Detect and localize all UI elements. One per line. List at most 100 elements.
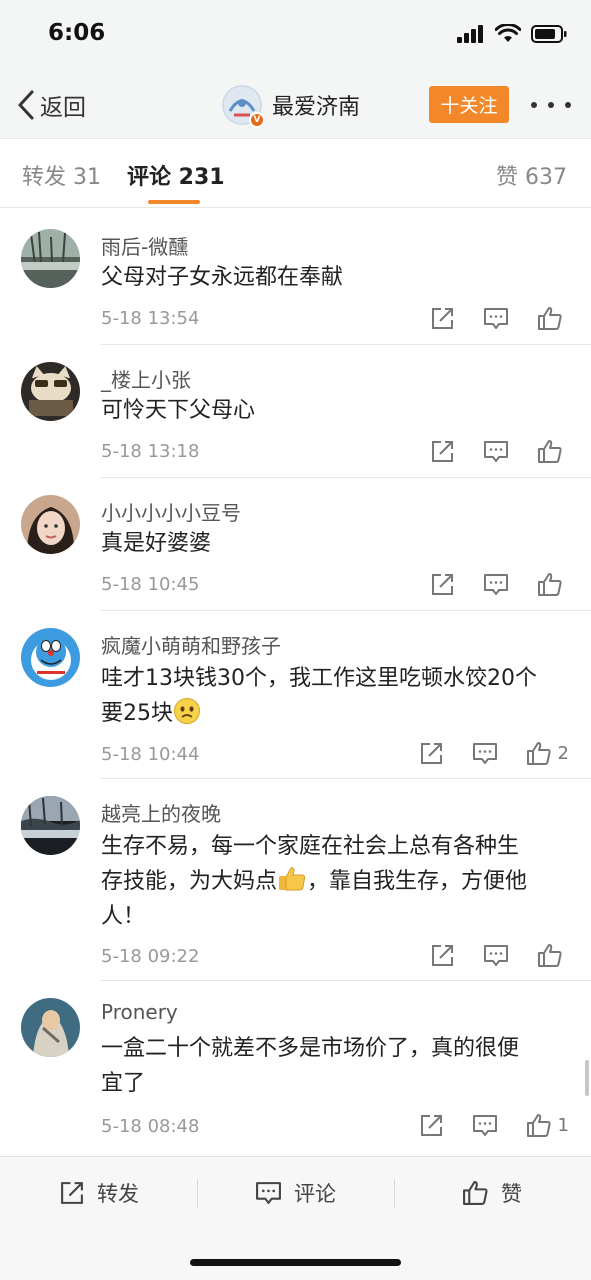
comment-username[interactable]: _楼上小张 (101, 364, 191, 393)
comment-item: Pronery 一盒二十个就差不多是市场价了，真的很便 宜了 5-18 08:4… (0, 981, 591, 1149)
comment-actions: 2 (419, 741, 569, 766)
comment-item: 雨后-微醺 父母对子女永远都在奉献 5-18 13:54 (0, 208, 591, 345)
reply-button[interactable] (483, 943, 509, 968)
like-count: 1 (557, 1115, 569, 1136)
feed-tabs: 转发 31 评论 231 赞 637 (0, 138, 591, 208)
comment-text: 哇才13块钱30个，我工作这里吃顿水饺20个 要25块 (101, 661, 571, 731)
like-button[interactable] (537, 306, 569, 331)
share-icon (432, 574, 453, 595)
weibo-comments-screen: 6:06 返回 V 最爱济南 十关注 转发 31 评论 231 赞 637 雨后… (0, 0, 591, 1280)
comment-username[interactable]: 雨后-微醺 (101, 231, 188, 260)
comment-item: 疯魔小萌萌和野孩子 哇才13块钱30个，我工作这里吃顿水饺20个 要25块 5-… (0, 611, 591, 779)
comment-list: 雨后-微醺 父母对子女永远都在奉献 5-18 13:54 _楼上小张 可怜天下父… (0, 208, 591, 1149)
reply-button[interactable] (472, 1113, 498, 1138)
nav-bar: 返回 V 最爱济南 十关注 (0, 72, 591, 138)
comment-text: 可怜天下父母心 (101, 398, 256, 423)
cellular-signal-icon (457, 24, 483, 43)
like-label: 赞 (501, 1182, 522, 1206)
comment-text-line: 一盒二十个就差不多是市场价了，真的很便 (101, 1036, 520, 1061)
comment-label: 评论 (294, 1182, 336, 1206)
home-indicator[interactable] (190, 1259, 401, 1266)
comment-text-line: 宜了 (101, 1071, 146, 1096)
comment-icon (484, 308, 508, 329)
like-count: 2 (557, 743, 569, 764)
share-icon (420, 743, 442, 764)
tab-likes[interactable]: 赞 637 (496, 159, 567, 191)
scrollbar-thumb[interactable] (585, 1060, 589, 1096)
account-title: 最爱济南 (272, 95, 361, 120)
thumbs-up-icon (526, 1114, 551, 1137)
back-label: 返回 (40, 95, 86, 121)
comment-time: 5-18 10:45 (101, 574, 200, 595)
thumbs-up-icon (538, 307, 562, 330)
share-button[interactable] (430, 572, 455, 597)
like-button[interactable] (537, 943, 569, 968)
comment-username[interactable]: 越亮上的夜晚 (101, 798, 221, 827)
comment-time: 5-18 08:48 (101, 1116, 200, 1137)
share-button[interactable] (419, 741, 444, 766)
reply-button[interactable] (483, 306, 509, 331)
thumbs-up-icon (538, 944, 562, 967)
share-button[interactable] (419, 1113, 444, 1138)
repost-button[interactable]: 转发 (59, 1179, 139, 1207)
comment-icon (472, 743, 497, 764)
account-header[interactable]: V 最爱济南 (222, 84, 361, 128)
comment-actions: 1 (419, 1113, 569, 1138)
tab-repost[interactable]: 转发 31 (22, 159, 101, 191)
comment-text-line-with-emoji: 存技能，为大妈点 ，靠自我生存，方便他 (101, 864, 571, 899)
comment-text: 生存不易，每一个家庭在社会上总有各种生 存技能，为大妈点 ，靠自我生存，方便他 人… (101, 829, 571, 934)
comment-button[interactable]: 评论 (255, 1179, 336, 1207)
comment-text-line: 哇才13块钱30个，我工作这里吃顿水饺20个 (101, 666, 537, 691)
avatar[interactable] (21, 628, 80, 687)
share-icon (432, 945, 453, 966)
comment-icon (484, 945, 508, 966)
avatar[interactable] (21, 362, 80, 421)
share-icon (432, 441, 453, 462)
avatar[interactable] (21, 796, 80, 855)
reply-button[interactable] (483, 439, 509, 464)
reply-button[interactable] (472, 741, 498, 766)
like-button[interactable]: 2 (526, 741, 569, 766)
sad-face-emoji (174, 698, 200, 724)
comment-actions (430, 439, 569, 464)
thumbs-up-icon (463, 1181, 488, 1205)
comment-text: 父母对子女永远都在奉献 (101, 265, 344, 290)
share-icon (420, 1115, 442, 1136)
tab-comments[interactable]: 评论 231 (127, 159, 225, 191)
comment-item: 小小小小小豆号 真是好婆婆 5-18 10:45 (0, 478, 591, 611)
wifi-icon (495, 24, 521, 42)
account-avatar: V (222, 85, 265, 128)
comment-username[interactable]: 小小小小小豆号 (101, 497, 241, 526)
status-time: 6:06 (48, 20, 106, 46)
share-button[interactable] (430, 306, 455, 331)
repost-label: 转发 (97, 1182, 139, 1206)
avatar[interactable] (21, 495, 80, 554)
comment-item: 越亮上的夜晚 生存不易，每一个家庭在社会上总有各种生 存技能，为大妈点 ，靠自我生… (0, 779, 591, 981)
avatar[interactable] (21, 998, 80, 1057)
comment-icon (484, 441, 508, 462)
share-icon (432, 308, 453, 329)
like-button[interactable]: 1 (526, 1113, 569, 1138)
share-button[interactable] (430, 439, 455, 464)
active-tab-indicator (148, 200, 200, 204)
like-button[interactable] (537, 572, 569, 597)
more-dots-icon[interactable] (531, 95, 571, 115)
comment-username[interactable]: 疯魔小萌萌和野孩子 (101, 630, 281, 659)
comment-text-line: 生存不易，每一个家庭在社会上总有各种生 (101, 834, 520, 859)
reply-button[interactable] (483, 572, 509, 597)
share-icon (61, 1182, 83, 1204)
comment-text-line: 要25块 (101, 701, 173, 726)
toolbar-divider (394, 1179, 395, 1207)
avatar[interactable] (21, 229, 80, 288)
like-button[interactable] (537, 439, 569, 464)
comment-icon (484, 574, 508, 595)
follow-button[interactable]: 十关注 (429, 86, 509, 123)
like-post-button[interactable]: 赞 (462, 1179, 522, 1207)
comment-time: 5-18 13:54 (101, 308, 200, 329)
share-button[interactable] (430, 943, 455, 968)
comment-username[interactable]: Pronery (101, 1000, 178, 1024)
comment-item: _楼上小张 可怜天下父母心 5-18 13:18 (0, 345, 591, 478)
back-button[interactable]: 返回 (16, 86, 86, 124)
thumbs-up-icon (538, 440, 562, 463)
comment-text: 一盒二十个就差不多是市场价了，真的很便 宜了 (101, 1031, 571, 1101)
